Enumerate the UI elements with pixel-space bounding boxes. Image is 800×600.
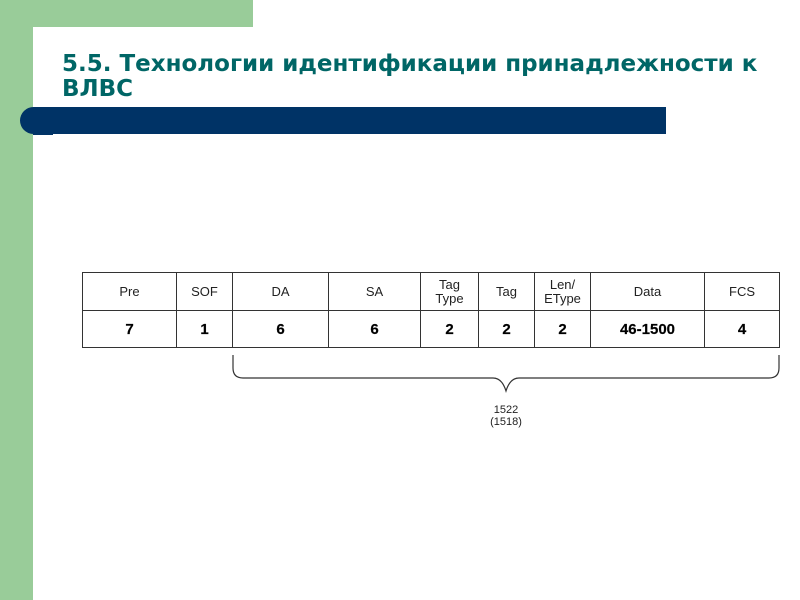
curly-brace-graphic	[232, 355, 780, 394]
total-size-untagged-value: (1518)	[490, 416, 522, 428]
total-size-value: 1522	[493, 404, 519, 416]
curly-brace	[232, 355, 780, 394]
total-size-label: 1522 (1518)	[466, 404, 546, 428]
